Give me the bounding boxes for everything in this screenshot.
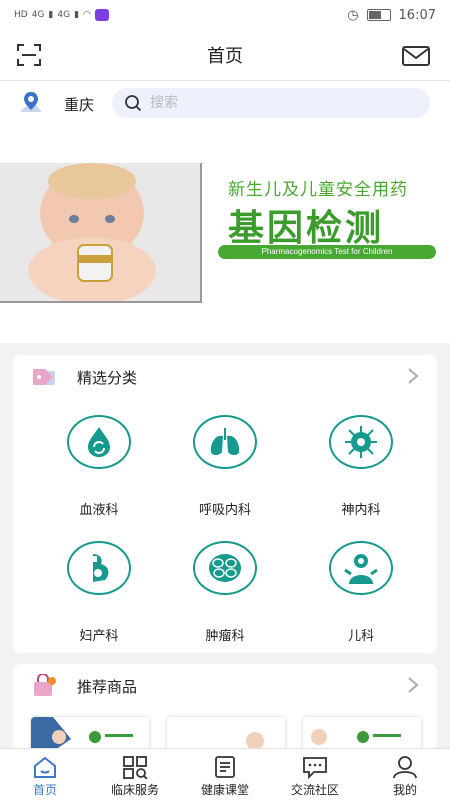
- product-thumbnail: [31, 717, 133, 750]
- categories-title: 精选分类: [77, 369, 138, 387]
- bottom-tab-bar: 首页 临床服务 健康课堂 交流社区 我的: [0, 748, 450, 801]
- category-item-oncology[interactable]: 肿瘤科: [167, 541, 287, 651]
- banner-title: 基因检测: [228, 208, 385, 249]
- category-item-pediatrics[interactable]: 儿科: [303, 541, 423, 651]
- categories-header[interactable]: 精选分类: [13, 355, 437, 399]
- city-label[interactable]: 重庆: [64, 94, 94, 115]
- shopping-bag-icon: [34, 674, 56, 696]
- status-right: ◷ 16:07: [347, 8, 436, 23]
- mail-icon[interactable]: [402, 46, 430, 66]
- scan-icon[interactable]: [16, 43, 42, 67]
- category-circle: [193, 541, 257, 595]
- search-box[interactable]: [112, 88, 430, 118]
- category-circle: [67, 415, 131, 469]
- alarm-icon: ◷: [347, 7, 359, 23]
- lungs-icon: [210, 428, 240, 455]
- chat-bubble-icon: [303, 757, 327, 779]
- battery-icon: [366, 9, 391, 21]
- category-label: 呼吸内科: [198, 503, 251, 518]
- category-item-blood[interactable]: 血液科: [41, 415, 161, 525]
- nav-bar: 首页: [0, 30, 450, 81]
- status-bar: HD 4G ▮ 4G ▮ ◠ ◷ 16:07: [0, 0, 450, 30]
- banner-caption: Pharmacogenomics Test for Children: [218, 245, 436, 259]
- signal-icon: ▮: [48, 10, 54, 20]
- tumor-cells-icon: [209, 554, 241, 582]
- tab-label: 首页: [32, 783, 57, 797]
- product-thumbnail: [246, 732, 264, 750]
- category-label: 神内科: [341, 503, 381, 518]
- banner-subtitle: 新生儿及儿童安全用药: [228, 180, 408, 200]
- app-notification-icon: [94, 9, 109, 21]
- status-time: 16:07: [398, 7, 436, 23]
- category-tag-icon: [33, 369, 55, 385]
- category-item-respiratory[interactable]: 呼吸内科: [167, 415, 287, 525]
- category-circle: [67, 541, 131, 595]
- pregnancy-icon: [91, 554, 109, 582]
- promo-banner[interactable]: 新生儿及儿童安全用药 基因检测 Pharmacogenomics Test fo…: [0, 125, 450, 343]
- category-item-obstetrics[interactable]: 妇产科: [41, 541, 161, 651]
- grid-search-icon: [123, 756, 148, 779]
- category-label: 肿瘤科: [205, 629, 245, 644]
- signal-icon: ▮: [74, 10, 80, 20]
- tab-clinical-service[interactable]: 临床服务: [90, 749, 180, 801]
- category-circle: [193, 415, 257, 469]
- signal-2-indicator: 4G: [57, 10, 71, 20]
- product-card[interactable]: [167, 717, 285, 750]
- recommend-card: 推荐商品: [13, 664, 437, 750]
- category-label: 血液科: [79, 503, 119, 518]
- product-card[interactable]: [31, 717, 149, 750]
- document-icon: [215, 756, 235, 778]
- tab-community[interactable]: 交流社区: [270, 749, 360, 801]
- tab-label: 健康课堂: [200, 783, 249, 797]
- categories-card: 精选分类 血液科 呼吸内科 神内科 妇产科 肿瘤科 儿科: [13, 355, 437, 653]
- search-icon: [125, 95, 142, 112]
- category-label: 妇产科: [79, 629, 119, 644]
- category-circle: [329, 541, 393, 595]
- category-circle: [329, 415, 393, 469]
- baby-photo: [0, 163, 202, 305]
- product-thumbnail: [311, 729, 401, 750]
- search-input[interactable]: [148, 94, 412, 112]
- category-item-neurology[interactable]: 神内科: [303, 415, 423, 525]
- signal-1-indicator: 4G: [31, 10, 45, 20]
- chevron-right-icon[interactable]: [407, 367, 419, 385]
- tab-health-class[interactable]: 健康课堂: [180, 749, 270, 801]
- neuron-icon: [345, 426, 377, 458]
- home-icon: [34, 756, 56, 778]
- category-label: 儿科: [347, 629, 374, 644]
- tab-label: 交流社区: [290, 783, 339, 797]
- recommend-header[interactable]: 推荐商品: [13, 664, 437, 708]
- baby-illustration: [0, 163, 200, 305]
- user-icon: [393, 756, 417, 779]
- page-title: 首页: [207, 46, 243, 67]
- chevron-right-icon[interactable]: [407, 676, 419, 694]
- child-icon: [344, 554, 378, 584]
- location-search-row: 重庆: [0, 81, 450, 125]
- blood-drop-icon: [88, 427, 110, 457]
- tab-label: 我的: [392, 783, 417, 797]
- location-pin-icon[interactable]: [18, 90, 44, 116]
- recommend-title: 推荐商品: [77, 678, 138, 696]
- tab-home[interactable]: 首页: [0, 749, 90, 801]
- status-left: HD 4G ▮ 4G ▮ ◠: [14, 9, 109, 21]
- tab-profile[interactable]: 我的: [360, 749, 450, 801]
- wifi-icon: ◠: [83, 10, 91, 20]
- network-indicator: HD: [14, 10, 28, 20]
- tab-label: 临床服务: [110, 783, 159, 797]
- product-card[interactable]: [303, 717, 421, 750]
